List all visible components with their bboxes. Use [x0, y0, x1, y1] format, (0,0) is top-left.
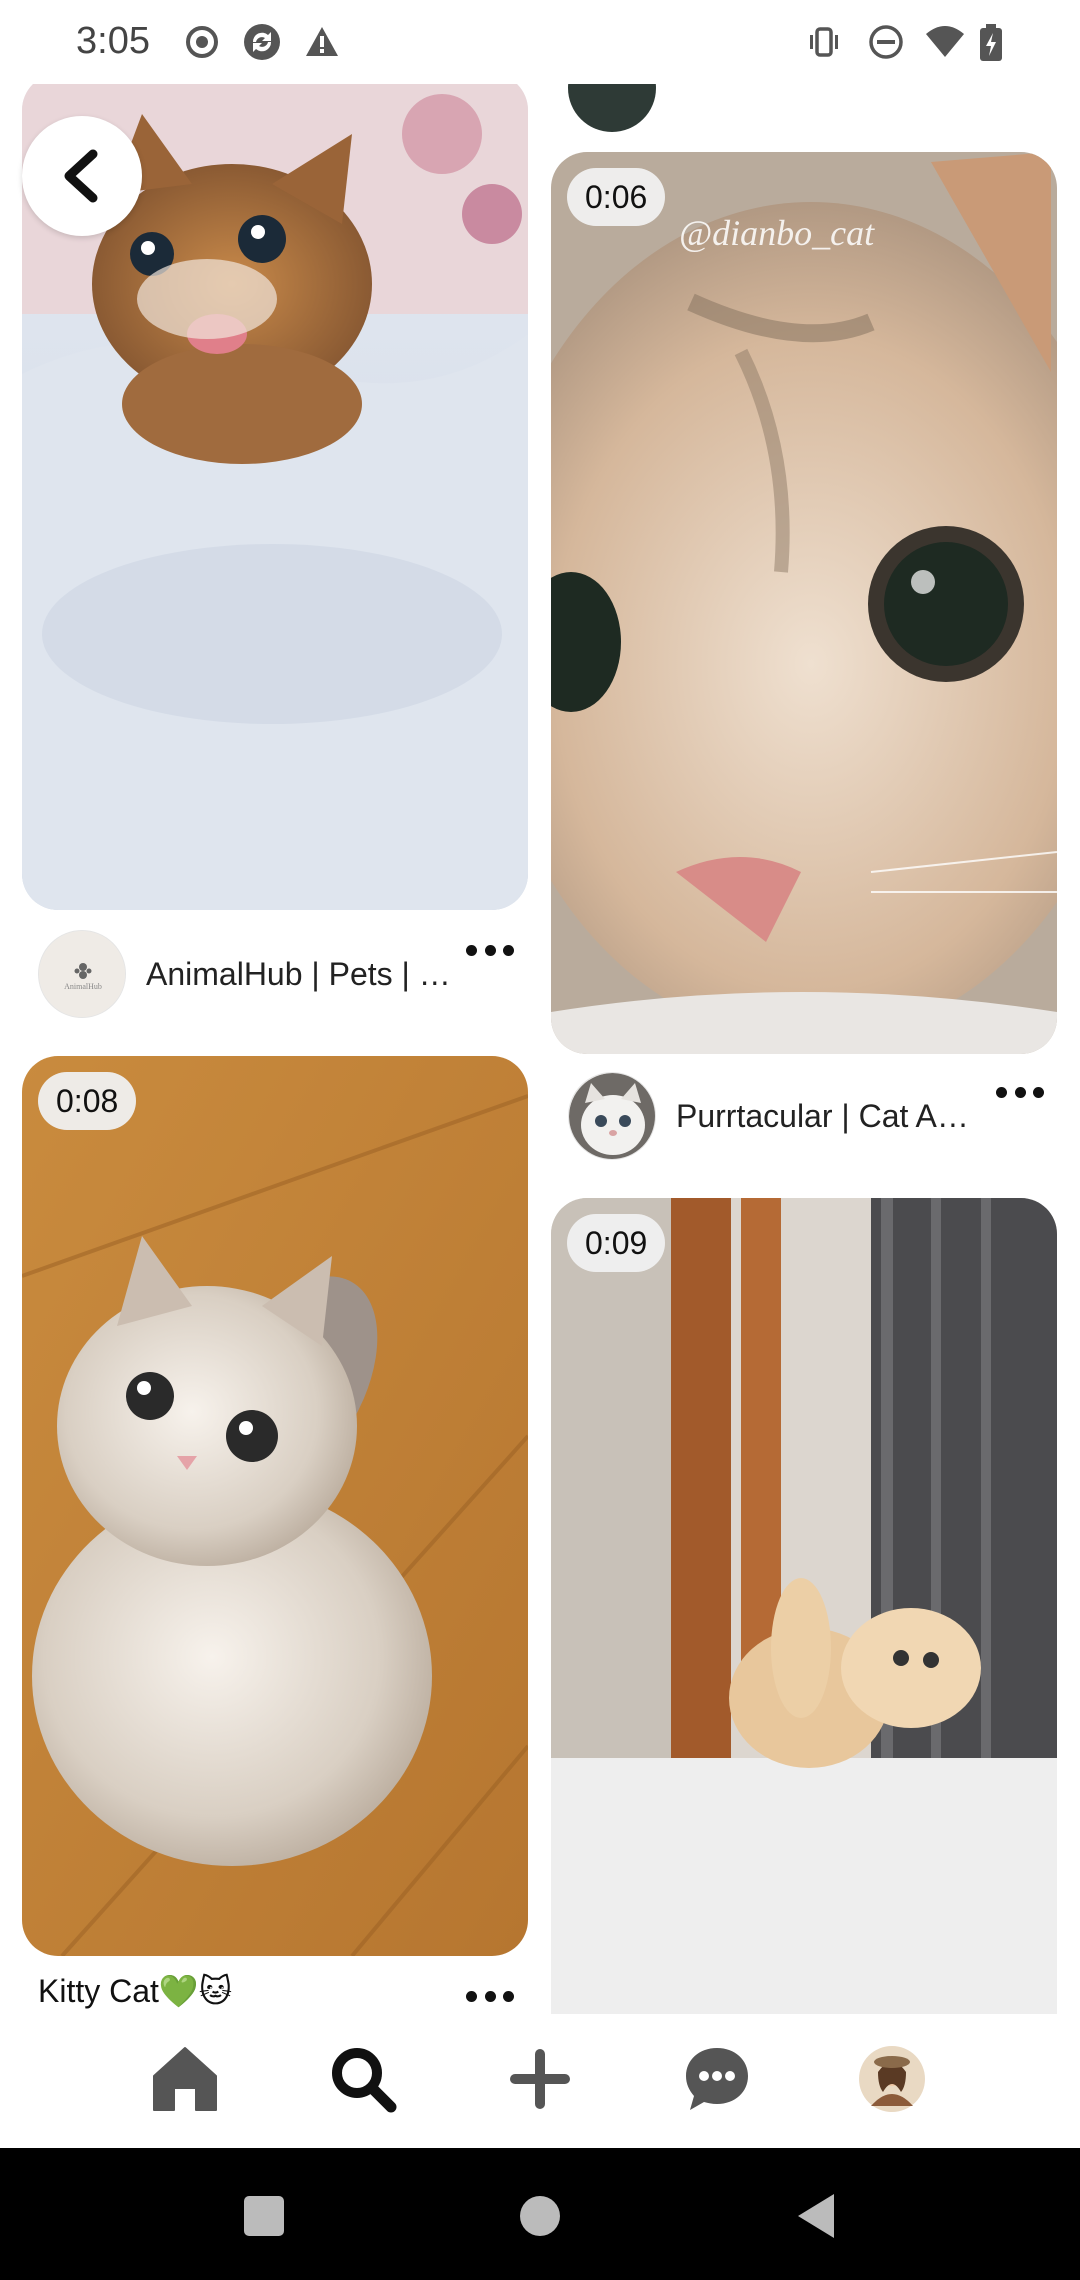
attribution-name[interactable]: AnimalHub | Pets | … [146, 956, 451, 993]
wifi-icon [924, 24, 966, 60]
home-icon[interactable] [140, 2034, 230, 2124]
system-navigation-bar [0, 2148, 1080, 2280]
pin-card-kittens-table[interactable]: 0:09 [551, 1198, 1057, 2014]
previous-pin-avatar[interactable] [568, 84, 656, 132]
create-icon[interactable] [495, 2034, 585, 2124]
kittens-by-table-image [551, 1198, 1057, 2014]
pin-title[interactable]: Kitty Cat💚🐱 [38, 1972, 232, 2010]
profile-avatar[interactable] [847, 2034, 937, 2124]
avatar-brand-text: AnimalHub [64, 982, 102, 991]
status-time: 3:05 [76, 20, 150, 62]
back-button[interactable] [22, 116, 142, 236]
video-duration-badge: 0:06 [567, 168, 666, 226]
warning-icon [304, 24, 340, 60]
search-icon[interactable] [318, 2034, 408, 2124]
pin-attribution-purrtacular[interactable]: Purrtacular | Cat A… [568, 1072, 988, 1160]
home-button[interactable] [512, 2188, 568, 2244]
bottom-navigation [0, 2014, 1080, 2148]
fluffy-kitten-image [22, 1056, 528, 1956]
avatar-animalhub[interactable]: AnimalHub [38, 930, 126, 1018]
do-not-disturb-icon [868, 24, 904, 60]
video-duration-badge: 0:08 [38, 1072, 137, 1130]
battery-charging-icon [978, 24, 1004, 61]
more-options-button[interactable] [460, 1976, 520, 2014]
messages-icon[interactable] [672, 2034, 762, 2124]
watermark-text: @dianbo_cat [679, 213, 875, 253]
sync-icon [242, 22, 282, 62]
video-duration-badge: 0:09 [567, 1214, 666, 1272]
chevron-left-icon [64, 149, 98, 203]
pin-card-kitty-cat[interactable]: 0:08 [22, 1056, 528, 1956]
more-options-button[interactable] [990, 1072, 1050, 1112]
more-options-button[interactable] [460, 930, 520, 970]
pin-card-purrtacular[interactable]: 0:06 @dianbo_cat [551, 152, 1057, 1054]
vibrate-icon [806, 24, 842, 60]
status-bar: 3:05 [0, 0, 1080, 84]
pin-feed[interactable]: AnimalHub AnimalHub | Pets | … 0:06 @dia… [0, 84, 1080, 2014]
avatar-purrtacular[interactable] [568, 1072, 656, 1160]
record-icon [184, 24, 220, 60]
cat-closeup-image [551, 152, 1057, 1054]
attribution-name[interactable]: Purrtacular | Cat A… [676, 1098, 969, 1135]
back-nav-button[interactable] [788, 2188, 844, 2244]
recents-button[interactable] [236, 2188, 292, 2244]
pin-attribution-animalhub[interactable]: AnimalHub AnimalHub | Pets | … [38, 930, 458, 1018]
